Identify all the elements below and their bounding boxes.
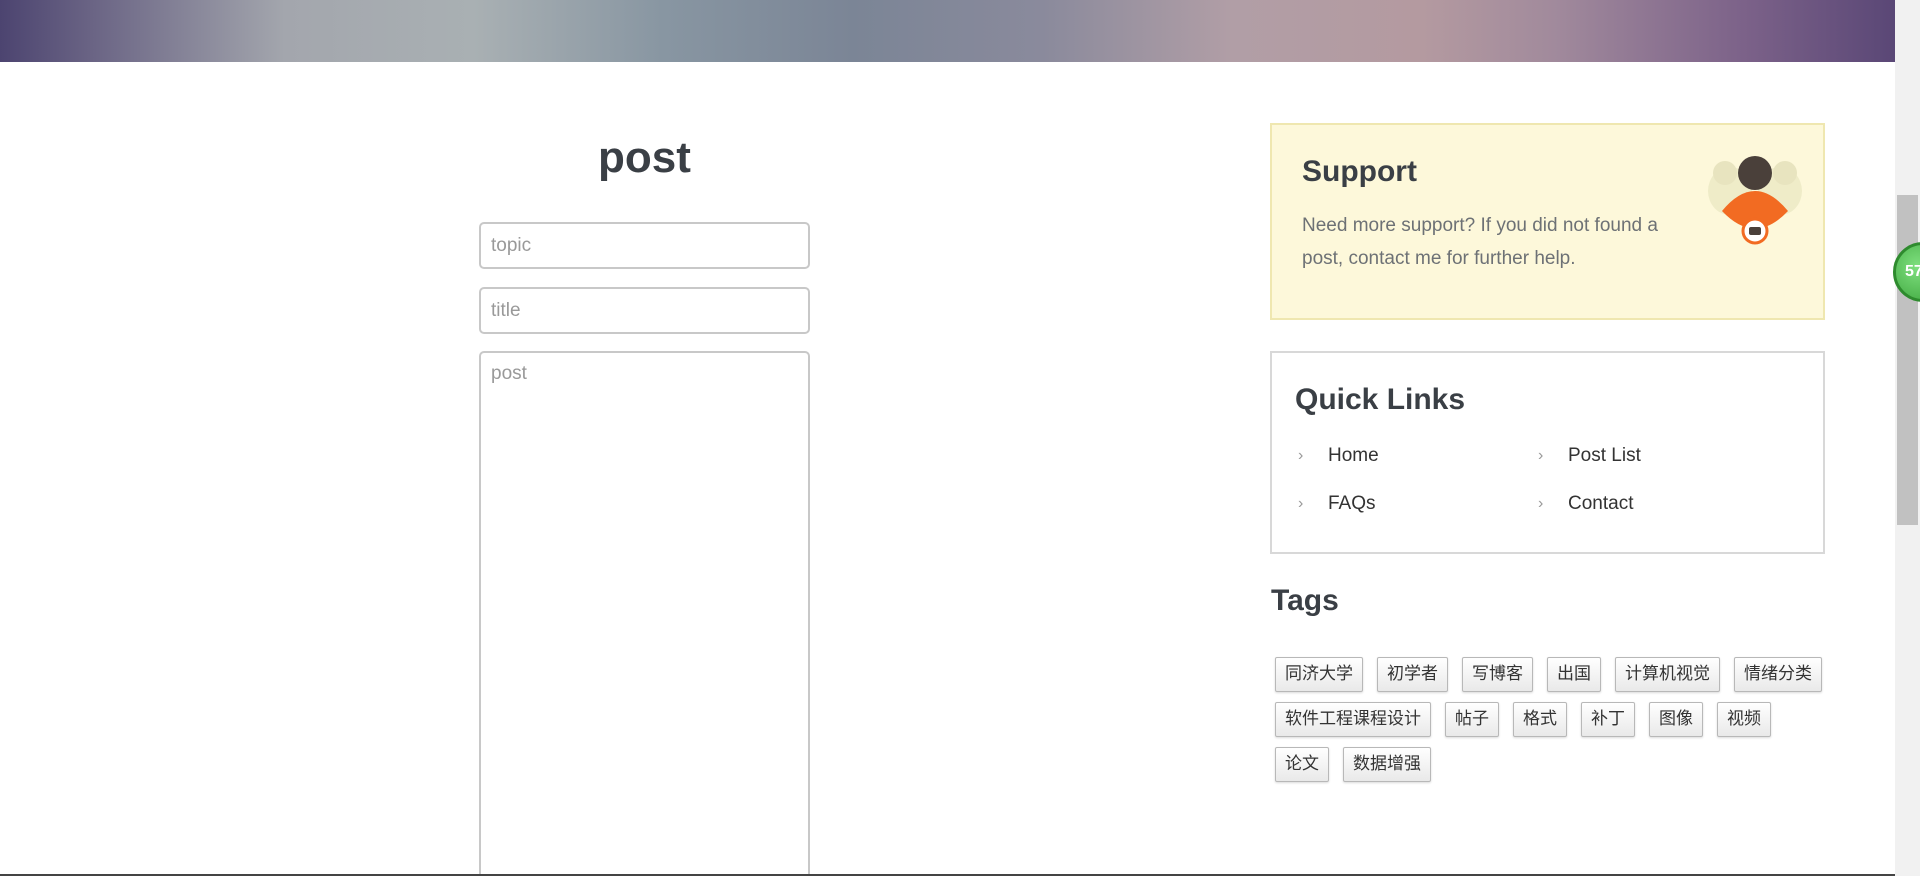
quick-link-post-list[interactable]: › Post List [1538, 445, 1641, 467]
chevron-right-icon: › [1538, 495, 1544, 512]
tags-title: Tags [1271, 584, 1339, 617]
tag-row: 同济大学 初学者 写博客 出国 计算机视觉 情绪分类 [1275, 657, 1830, 692]
tag-row: 软件工程课程设计 帖子 格式 补丁 图像 视频 [1275, 702, 1830, 737]
quick-link-label: Post List [1568, 445, 1641, 466]
tag[interactable]: 情绪分类 [1734, 657, 1822, 692]
chevron-right-icon: › [1298, 495, 1304, 512]
tag[interactable]: 同济大学 [1275, 657, 1363, 692]
tag[interactable]: 出国 [1547, 657, 1601, 692]
support-text: Need more support? If you did not found … [1302, 215, 1658, 269]
tag[interactable]: 写博客 [1462, 657, 1533, 692]
page-title: post [598, 133, 691, 182]
header-banner [0, 0, 1895, 62]
tag[interactable]: 视频 [1717, 702, 1771, 737]
topic-input[interactable] [479, 222, 810, 269]
chevron-right-icon: › [1298, 447, 1304, 464]
tag[interactable]: 计算机视觉 [1615, 657, 1720, 692]
tag[interactable]: 格式 [1513, 702, 1567, 737]
quick-link-label: Home [1328, 445, 1379, 466]
tag-row: 论文 数据增强 [1275, 747, 1830, 782]
quick-links-panel: Quick Links › Home › Post List › FAQs › … [1270, 351, 1825, 554]
tag[interactable]: 补丁 [1581, 702, 1635, 737]
quick-link-contact[interactable]: › Contact [1538, 493, 1633, 515]
tags-cloud: 同济大学 初学者 写博客 出国 计算机视觉 情绪分类 软件工程课程设计 帖子 格… [1275, 657, 1830, 792]
quick-links-title: Quick Links [1295, 383, 1466, 416]
quick-link-label: FAQs [1328, 493, 1376, 514]
chevron-right-icon: › [1538, 447, 1544, 464]
title-input[interactable] [479, 287, 810, 334]
post-body-textarea[interactable] [479, 351, 810, 876]
quick-link-home[interactable]: › Home [1298, 445, 1379, 467]
tag[interactable]: 论文 [1275, 747, 1329, 782]
support-agent-icon [1708, 156, 1802, 245]
support-title: Support [1302, 155, 1417, 188]
tag[interactable]: 图像 [1649, 702, 1703, 737]
tag[interactable]: 初学者 [1377, 657, 1448, 692]
support-panel: Support Need more support? If you did no… [1270, 123, 1825, 320]
quick-link-faqs[interactable]: › FAQs [1298, 493, 1376, 515]
quick-link-label: Contact [1568, 493, 1634, 514]
tag[interactable]: 帖子 [1445, 702, 1499, 737]
post-form: post [479, 130, 810, 876]
tag[interactable]: 数据增强 [1343, 747, 1431, 782]
tag[interactable]: 软件工程课程设计 [1275, 702, 1431, 737]
